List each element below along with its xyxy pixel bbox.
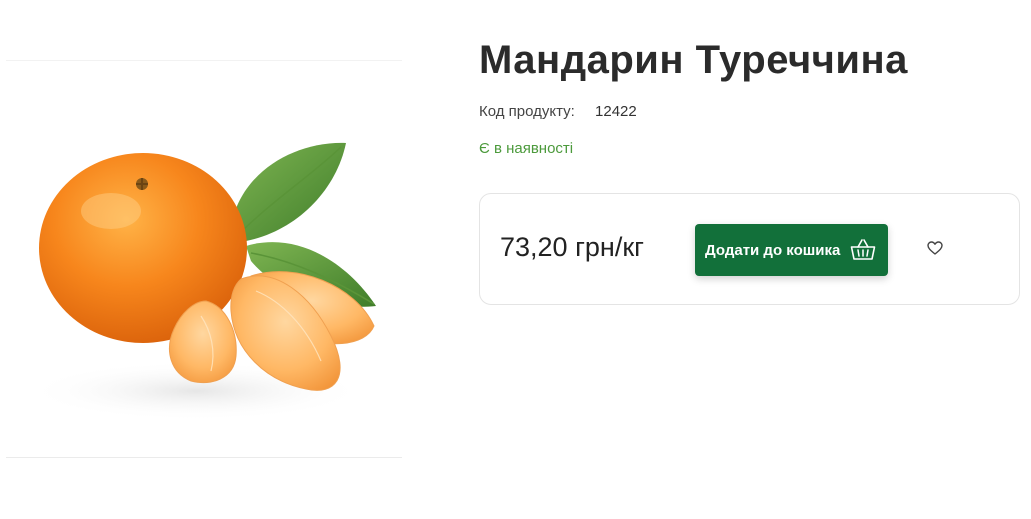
- purchase-card: 73,20 грн/кг Додати до кошика: [479, 193, 1020, 305]
- mandarin-image: [26, 142, 376, 421]
- product-price: 73,20 грн/кг: [500, 232, 645, 262]
- product-code-value: 12422: [595, 103, 637, 120]
- product-code: Код продукту: 12422: [479, 103, 637, 120]
- product-code-label: Код продукту:: [479, 103, 575, 120]
- heart-icon: [927, 240, 943, 260]
- product-image[interactable]: [6, 60, 402, 458]
- add-to-cart-button[interactable]: Додати до кошика: [695, 224, 888, 276]
- add-to-cart-label: Додати до кошика: [705, 241, 841, 259]
- stock-status: Є в наявності: [479, 140, 574, 157]
- product-page: Мандарин Туреччина Код продукту: 12422 Є…: [0, 0, 1031, 519]
- product-title: Мандарин Туреччина: [479, 38, 908, 82]
- basket-icon: [850, 238, 876, 262]
- wishlist-button[interactable]: [926, 240, 944, 260]
